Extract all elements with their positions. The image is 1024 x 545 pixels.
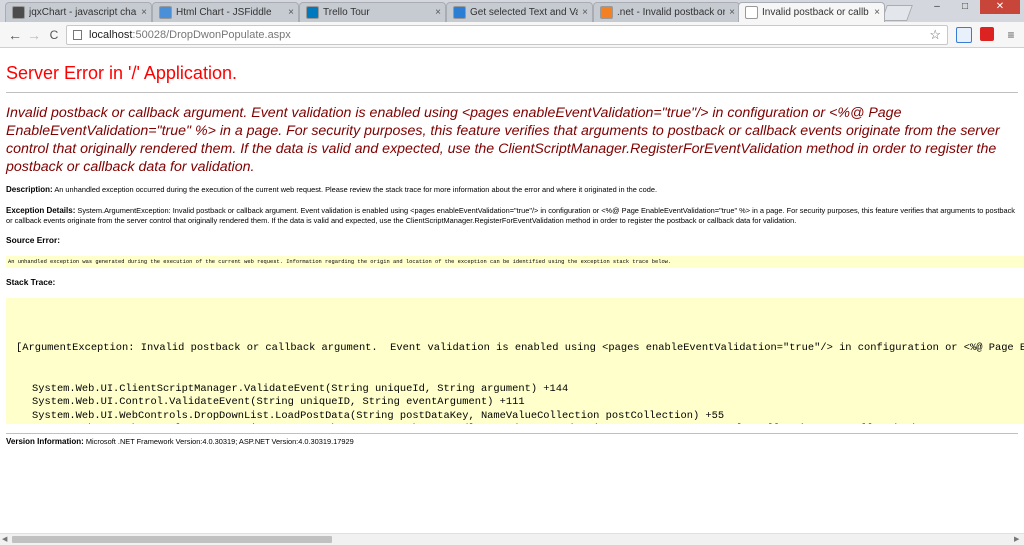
stack-frame: System.Web.UI.Control.ValidateEvent(Stri… [32,396,525,408]
address-path: :50028/DropDwonPopulate.aspx [132,29,291,41]
stack-frame: System.Web.UI.WebControls.DropDownList.L… [32,409,725,422]
tab-close-icon[interactable]: × [870,7,884,18]
page-content: Server Error in '/' Application. Invalid… [0,48,1024,533]
version-label: Version Information: [6,437,84,446]
stack-trace-box: [ArgumentException: Invalid postback or … [6,298,1024,424]
tab-title: Trello Tour [323,7,370,18]
minimize-button[interactable]: – [924,0,950,14]
reload-button[interactable]: C [45,26,63,44]
address-host: localhost [89,29,133,41]
extension-icon[interactable] [956,27,972,43]
stack-trace-header: [ArgumentException: Invalid postback or … [16,342,1024,354]
description-label: Description: [6,185,53,194]
tab-close-icon[interactable]: × [578,7,592,18]
browser-tab[interactable]: .net - Invalid postback or × [593,2,740,22]
tab-close-icon[interactable]: × [431,7,445,18]
tab-title: Get selected Text and Va [470,7,578,18]
tab-favicon-icon [453,6,466,19]
tab-favicon-icon [600,6,613,19]
maximize-button[interactable]: □ [952,0,978,14]
version-block: Version Information: Microsoft .NET Fram… [6,437,1018,447]
browser-tab[interactable]: Html Chart - JSFiddle × [152,2,299,22]
tab-close-icon[interactable]: × [284,7,298,18]
exception-details-label: Exception Details: [6,206,76,215]
scrollbar-thumb[interactable] [12,536,332,543]
source-error-box: An unhandled exception was generated dur… [6,256,1024,268]
tab-favicon-icon [159,6,172,19]
exception-details-block: Exception Details: System.ArgumentExcept… [6,206,1018,226]
version-divider [6,433,1018,434]
page-icon [73,30,82,40]
browser-tab[interactable]: Invalid postback or callb × [738,2,885,22]
description-block: Description: An unhandled exception occu… [6,185,1018,195]
bookmark-star-icon[interactable]: ☆ [929,26,941,44]
stack-frame: System.Web.UI.WebControls.DropDownList.S… [16,423,1024,424]
page-title: Server Error in '/' Application. [6,63,237,83]
error-message: Invalid postback or callback argument. E… [6,105,1000,175]
scroll-right-arrow-icon[interactable]: ▶ [1014,535,1019,543]
new-tab-button[interactable] [881,5,913,21]
exception-details-text: System.ArgumentException: Invalid postba… [6,206,1015,225]
forward-button[interactable]: → [25,26,43,44]
stack-frame: System.Web.UI.ClientScriptManager.Valida… [32,382,569,395]
back-button[interactable]: ← [6,26,24,44]
tab-title: jqxChart - javascript cha [29,7,137,18]
version-text: Microsoft .NET Framework Version:4.0.303… [85,437,354,446]
browser-tab[interactable]: Trello Tour × [299,2,446,22]
browser-toolbar: ← → C localhost:50028/DropDwonPopulate.a… [0,22,1024,48]
menu-icon[interactable]: ≡ [1002,26,1020,44]
browser-tab[interactable]: Get selected Text and Va × [446,2,593,22]
scroll-left-arrow-icon[interactable]: ◀ [2,535,7,543]
close-window-button[interactable]: ✕ [980,0,1020,14]
pdf-extension-icon[interactable] [980,27,994,41]
tab-title: Invalid postback or callb [762,7,869,18]
tab-title: Html Chart - JSFiddle [176,7,272,18]
source-error-label: Source Error: [6,235,60,245]
address-bar[interactable]: localhost:50028/DropDwonPopulate.aspx ☆ [66,25,948,45]
description-text: An unhandled exception occurred during t… [54,185,658,194]
tab-favicon-icon [745,6,758,19]
tab-title: .net - Invalid postback or [617,7,725,18]
browser-tab[interactable]: jqxChart - javascript cha × [5,2,152,22]
tab-close-icon[interactable]: × [725,7,739,18]
tab-strip: jqxChart - javascript cha × Html Chart - J… [0,0,1024,22]
tab-close-icon[interactable]: × [137,7,151,18]
tab-favicon-icon [306,6,319,19]
horizontal-scrollbar[interactable]: ◀ ▶ [0,533,1024,545]
tab-favicon-icon [12,6,25,19]
title-divider [6,92,1018,93]
stack-trace-label: Stack Trace: [6,277,56,287]
